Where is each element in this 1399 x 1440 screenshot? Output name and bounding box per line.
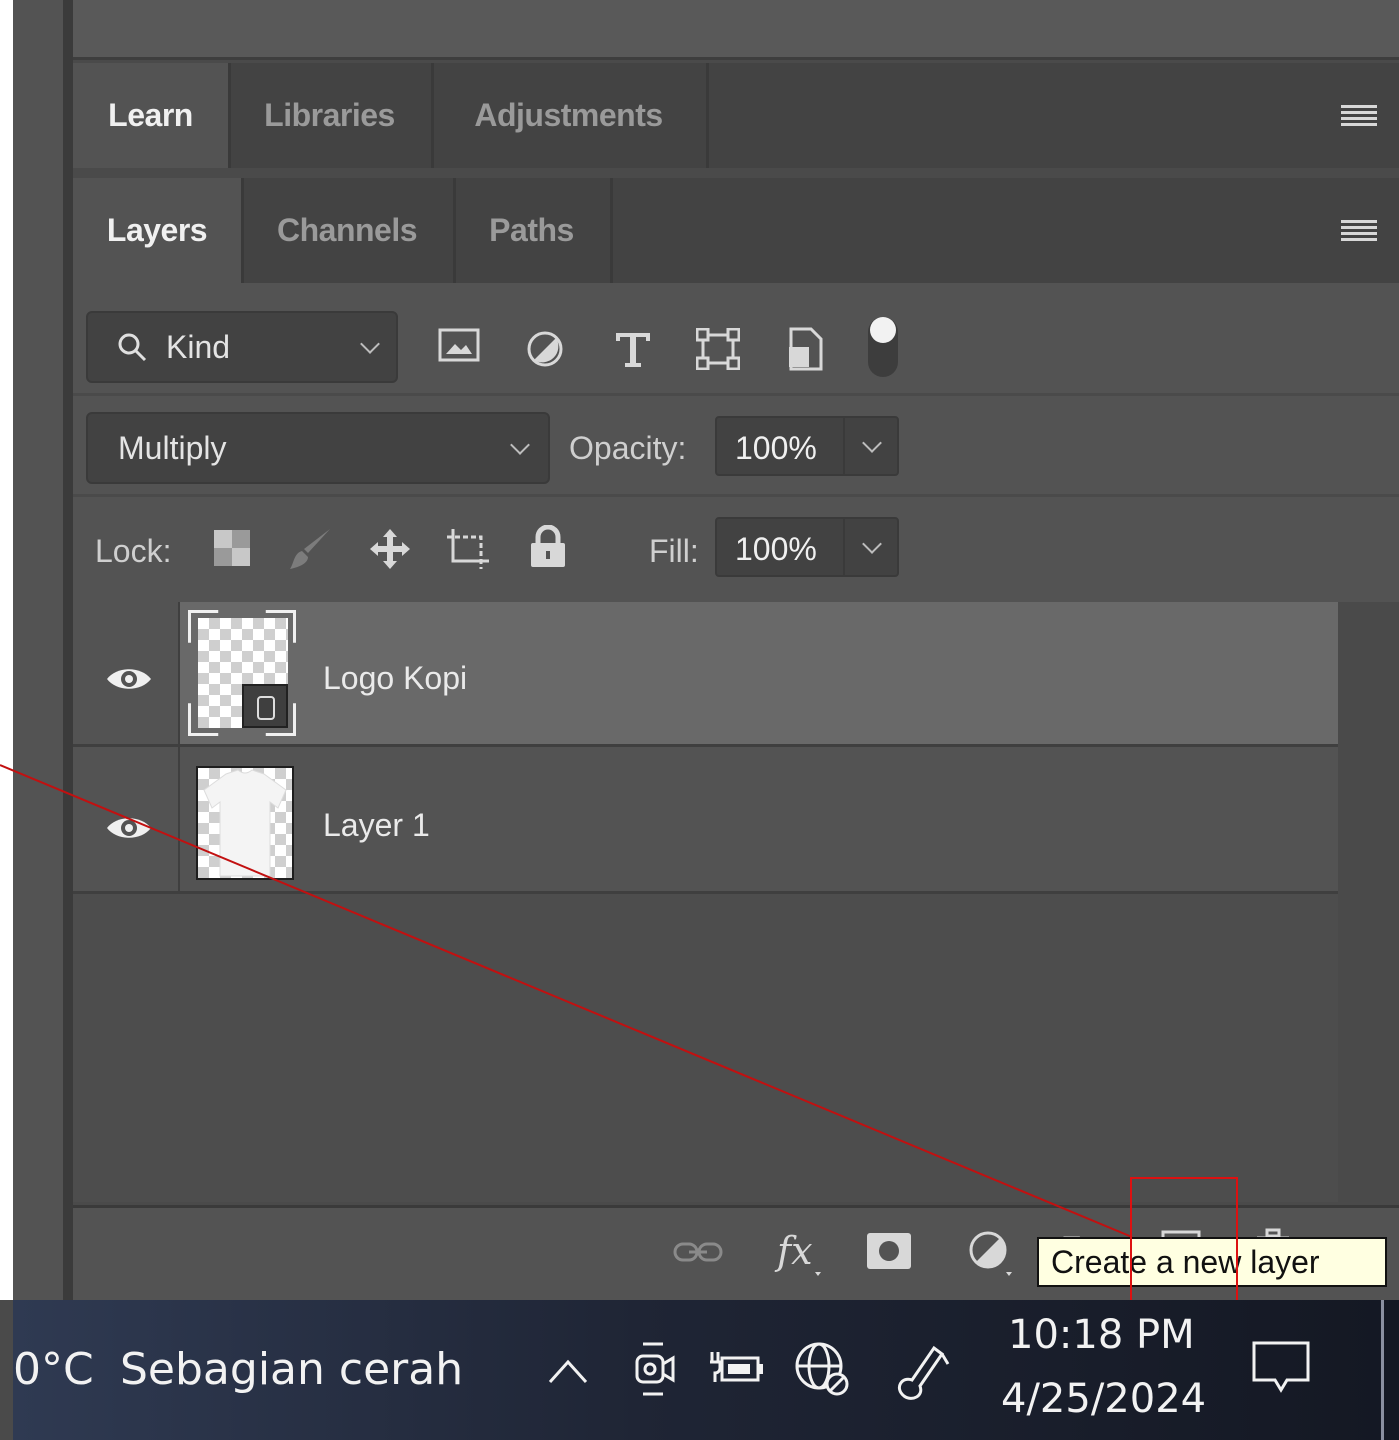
pen-menu-icon[interactable] xyxy=(890,1340,950,1404)
weather-temp[interactable]: 0°C xyxy=(13,1344,94,1395)
battery-charging-icon[interactable] xyxy=(708,1348,766,1388)
clock-time[interactable]: 10:18 PM xyxy=(1008,1312,1195,1358)
windows-taskbar: 0°C Sebagian cerah 10:18 PM 4/25/2024 xyxy=(13,1300,1399,1440)
weather-description[interactable]: Sebagian cerah xyxy=(120,1344,463,1395)
camera-icon[interactable] xyxy=(633,1342,677,1400)
annotation-highlight-box xyxy=(1130,1177,1238,1302)
network-globe-icon[interactable] xyxy=(793,1340,853,1400)
show-desktop-divider[interactable] xyxy=(1381,1300,1384,1440)
notification-center-icon[interactable] xyxy=(1251,1340,1311,1394)
clock-date[interactable]: 4/25/2024 xyxy=(1001,1376,1206,1422)
chevron-up-icon[interactable] xyxy=(548,1358,588,1384)
